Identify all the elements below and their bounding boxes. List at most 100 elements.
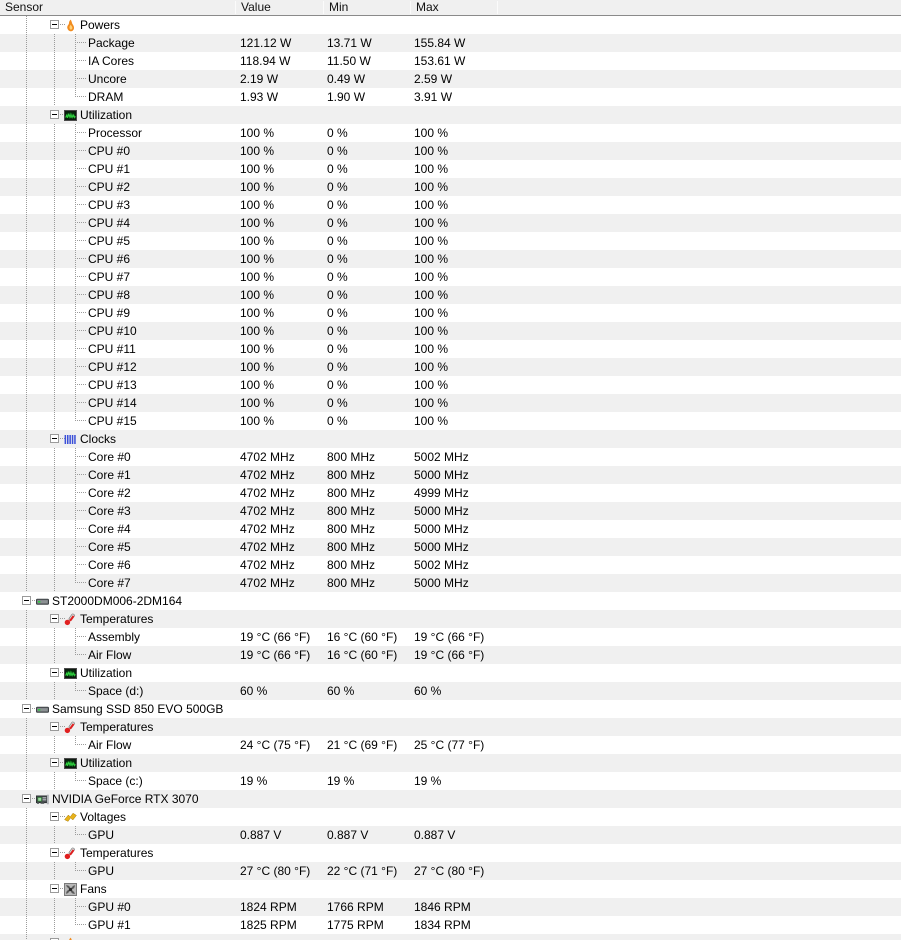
sensor-group-row[interactable]: Clocks — [0, 430, 901, 448]
sensor-row[interactable]: CPU #9 100 % 0 % 100 % — [0, 304, 901, 322]
column-header-bar[interactable]: Sensor Value Min Max — [0, 0, 901, 16]
tree-guide-level0 — [26, 124, 27, 142]
sensor-row[interactable]: GPU 27 °C (80 °F) 22 °C (71 °F) 27 °C (80 °… — [0, 862, 901, 880]
expander-toggle[interactable] — [50, 758, 59, 767]
sensor-value: 100 % — [240, 306, 275, 320]
sensor-tree-view[interactable]: Sensor Value Min Max Powers Package 121.12 W 1… — [0, 0, 901, 940]
expander-toggle[interactable] — [22, 704, 31, 713]
sensor-value: 1.93 W — [240, 90, 279, 104]
expander-toggle[interactable] — [22, 596, 31, 605]
sensor-row[interactable]: Core #4 4702 MHz 800 MHz 5000 MHz — [0, 520, 901, 538]
sensor-max: 1834 RPM — [414, 918, 471, 932]
expander-toggle[interactable] — [50, 668, 59, 677]
sensor-group-row[interactable]: Voltages — [0, 808, 901, 826]
sensor-row[interactable]: Uncore 2.19 W 0.49 W 2.59 W — [0, 70, 901, 88]
device-row[interactable]: NVIDIA GeForce RTX 3070 — [0, 790, 901, 808]
column-header-max[interactable]: Max — [411, 0, 497, 15]
expander-toggle[interactable] — [50, 848, 59, 857]
sensor-row[interactable]: Core #5 4702 MHz 800 MHz 5000 MHz — [0, 538, 901, 556]
column-header-value[interactable]: Value — [236, 0, 323, 15]
expander-toggle[interactable] — [50, 614, 59, 623]
sensor-group-row[interactable]: Utilization — [0, 754, 901, 772]
sensor-row[interactable]: Core #2 4702 MHz 800 MHz 4999 MHz — [0, 484, 901, 502]
expander-toggle[interactable] — [50, 722, 59, 731]
sensor-row[interactable]: Air Flow 24 °C (75 °F) 21 °C (69 °F) 25 °C … — [0, 736, 901, 754]
expander-toggle[interactable] — [50, 812, 59, 821]
sensor-row[interactable]: CPU #13 100 % 0 % 100 % — [0, 376, 901, 394]
sensor-max: 100 % — [414, 324, 449, 338]
sensor-row[interactable]: CPU #8 100 % 0 % 100 % — [0, 286, 901, 304]
sensor-row[interactable]: DRAM 1.93 W 1.90 W 3.91 W — [0, 88, 901, 106]
sensor-row[interactable]: CPU #0 100 % 0 % 100 % — [0, 142, 901, 160]
tree-guide-level0 — [26, 448, 27, 466]
sensor-rows-container[interactable]: Powers Package 121.12 W 13.71 W 155.84 W IA C… — [0, 16, 901, 940]
sensor-row[interactable]: CPU #14 100 % 0 % 100 % — [0, 394, 901, 412]
tree-connector — [75, 330, 87, 331]
expander-toggle[interactable] — [50, 20, 59, 29]
expander-toggle[interactable] — [22, 794, 31, 803]
column-divider-0[interactable] — [235, 1, 236, 14]
sensor-group-row[interactable]: Utilization — [0, 106, 901, 124]
sensor-value: 60 % — [240, 684, 268, 698]
sensor-row[interactable]: Core #7 4702 MHz 800 MHz 5000 MHz — [0, 574, 901, 592]
sensor-row[interactable]: Core #6 4702 MHz 800 MHz 5002 MHz — [0, 556, 901, 574]
device-row[interactable]: ST2000DM006-2DM164 — [0, 592, 901, 610]
column-divider-1[interactable] — [323, 1, 324, 14]
sensor-value: 4702 MHz — [240, 558, 295, 572]
sensor-row[interactable]: Core #1 4702 MHz 800 MHz 5000 MHz — [0, 466, 901, 484]
sensor-group-row[interactable]: Temperatures — [0, 718, 901, 736]
fan-icon — [64, 883, 77, 896]
voltage-icon — [64, 811, 77, 824]
sensor-row[interactable]: CPU #11 100 % 0 % 100 % — [0, 340, 901, 358]
sensor-row[interactable]: IA Cores 118.94 W 11.50 W 153.61 W — [0, 52, 901, 70]
tree-connector — [75, 150, 87, 151]
column-divider-3[interactable] — [497, 1, 498, 14]
device-row[interactable]: Samsung SSD 850 EVO 500GB — [0, 700, 901, 718]
sensor-row[interactable]: Assembly 19 °C (66 °F) 16 °C (60 °F) 19 °C … — [0, 628, 901, 646]
sensor-group-row[interactable] — [0, 934, 901, 940]
expander-toggle[interactable] — [50, 110, 59, 119]
sensor-min: 0 % — [327, 396, 348, 410]
column-header-min[interactable]: Min — [324, 0, 411, 15]
tree-connector-stub — [75, 538, 76, 556]
sensor-row[interactable]: CPU #6 100 % 0 % 100 % — [0, 250, 901, 268]
sensor-row[interactable]: Space (c:) 19 % 19 % 19 % — [0, 772, 901, 790]
sensor-row[interactable]: CPU #1 100 % 0 % 100 % — [0, 160, 901, 178]
sensor-value: 27 °C (80 °F) — [240, 864, 311, 878]
sensor-row[interactable]: CPU #3 100 % 0 % 100 % — [0, 196, 901, 214]
expander-toggle[interactable] — [50, 434, 59, 443]
tree-guide-level0 — [26, 502, 27, 520]
sensor-label: IA Cores — [88, 54, 135, 68]
tree-connector — [75, 834, 87, 835]
sensor-row[interactable]: Space (d:) 60 % 60 % 60 % — [0, 682, 901, 700]
sensor-group-row[interactable]: Fans — [0, 880, 901, 898]
sensor-group-row[interactable]: Utilization — [0, 664, 901, 682]
sensor-row[interactable]: GPU 0.887 V 0.887 V 0.887 V — [0, 826, 901, 844]
sensor-row[interactable]: GPU #1 1825 RPM 1775 RPM 1834 RPM — [0, 916, 901, 934]
tree-guide-level0 — [26, 574, 27, 592]
sensor-row[interactable]: Package 121.12 W 13.71 W 155.84 W — [0, 34, 901, 52]
sensor-row[interactable]: Air Flow 19 °C (66 °F) 16 °C (60 °F) 19 °C … — [0, 646, 901, 664]
sensor-row[interactable]: CPU #10 100 % 0 % 100 % — [0, 322, 901, 340]
sensor-row[interactable]: Processor 100 % 0 % 100 % — [0, 124, 901, 142]
expander-toggle[interactable] — [50, 884, 59, 893]
tree-connector — [75, 528, 87, 529]
column-header-sensor[interactable]: Sensor — [0, 0, 235, 15]
sensor-row[interactable]: CPU #5 100 % 0 % 100 % — [0, 232, 901, 250]
sensor-row[interactable]: CPU #4 100 % 0 % 100 % — [0, 214, 901, 232]
sensor-label: Voltages — [80, 810, 127, 824]
sensor-row[interactable]: CPU #2 100 % 0 % 100 % — [0, 178, 901, 196]
tree-guide-level1 — [54, 556, 55, 574]
sensor-row[interactable]: Core #3 4702 MHz 800 MHz 5000 MHz — [0, 502, 901, 520]
sensor-row[interactable]: CPU #7 100 % 0 % 100 % — [0, 268, 901, 286]
tree-connector — [75, 870, 87, 871]
sensor-group-row[interactable]: Temperatures — [0, 844, 901, 862]
sensor-row[interactable]: Core #0 4702 MHz 800 MHz 5002 MHz — [0, 448, 901, 466]
sensor-row[interactable]: CPU #12 100 % 0 % 100 % — [0, 358, 901, 376]
sensor-row[interactable]: CPU #15 100 % 0 % 100 % — [0, 412, 901, 430]
sensor-group-row[interactable]: Temperatures — [0, 610, 901, 628]
sensor-row[interactable]: GPU #0 1824 RPM 1766 RPM 1846 RPM — [0, 898, 901, 916]
sensor-group-row[interactable]: Powers — [0, 16, 901, 34]
column-divider-2[interactable] — [410, 1, 411, 14]
sensor-value: 19 % — [240, 774, 268, 788]
